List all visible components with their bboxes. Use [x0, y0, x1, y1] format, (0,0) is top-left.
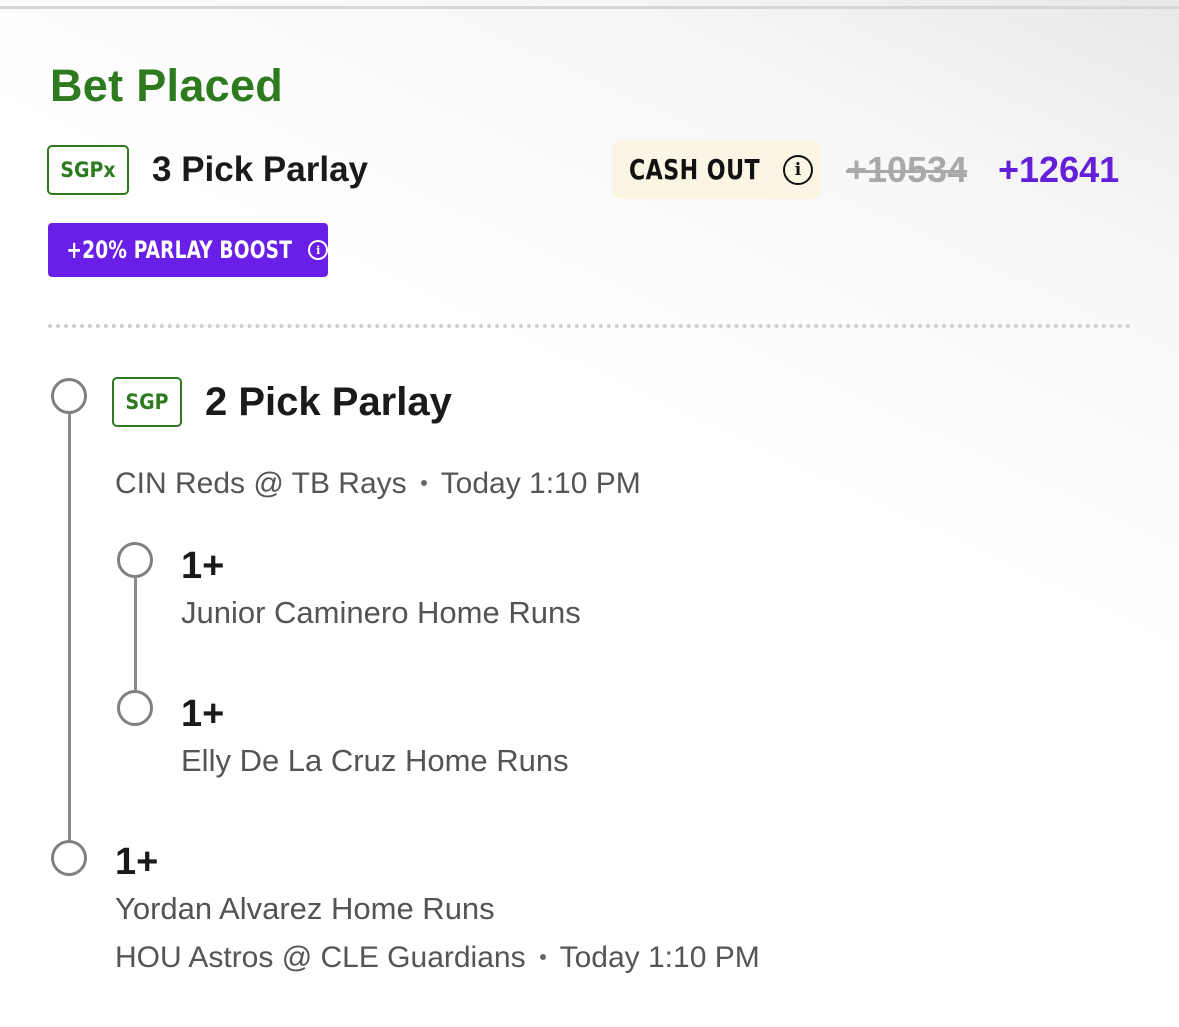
- info-icon[interactable]: i: [308, 240, 328, 260]
- pick-status-circle: [117, 690, 153, 726]
- pick-value: 1+: [115, 841, 159, 883]
- inner-timeline-line: [134, 578, 137, 690]
- cash-out-label: CASH OUT: [628, 153, 761, 186]
- game-time: Today 1:10 PM: [440, 467, 641, 500]
- game-info: HOU Astros @ CLE Guardians Today 1:10 PM: [115, 940, 760, 976]
- timeline-line: [68, 414, 71, 842]
- game-teams: HOU Astros @ CLE Guardians: [115, 941, 526, 974]
- game-teams: CIN Reds @ TB Rays: [115, 467, 407, 500]
- game-info: CIN Reds @ TB Rays Today 1:10 PM: [115, 466, 641, 502]
- game-time: Today 1:10 PM: [559, 941, 760, 974]
- leg-status-circle: [51, 840, 87, 876]
- pick-description: Yordan Alvarez Home Runs: [115, 891, 495, 926]
- top-divider: [0, 6, 1179, 9]
- pick-description: Elly De La Cruz Home Runs: [181, 743, 569, 778]
- parlay-title: 3 Pick Parlay: [152, 150, 368, 189]
- separator-dot: [539, 954, 546, 961]
- pick-value: 1+: [181, 545, 225, 587]
- cash-out-button[interactable]: CASH OUT i: [612, 140, 821, 199]
- pick-status-circle: [117, 542, 153, 578]
- sgp-badge: SGP: [112, 377, 182, 427]
- sgpx-badge: SGPx: [47, 145, 129, 195]
- parlay-boost-badge[interactable]: +20% PARLAY BOOST i: [48, 223, 328, 277]
- boosted-odds: +12641: [998, 149, 1120, 190]
- original-odds: +10534: [846, 149, 968, 190]
- sub-parlay-title: 2 Pick Parlay: [205, 380, 452, 424]
- bet-status-title: Bet Placed: [50, 60, 284, 111]
- leg-status-circle: [51, 378, 87, 414]
- separator-dot: [420, 480, 427, 487]
- dotted-divider: [48, 324, 1131, 328]
- parlay-boost-label: +20% PARLAY BOOST: [66, 236, 293, 264]
- info-icon[interactable]: i: [783, 154, 814, 185]
- pick-value: 1+: [181, 693, 225, 735]
- pick-description: Junior Caminero Home Runs: [181, 595, 581, 630]
